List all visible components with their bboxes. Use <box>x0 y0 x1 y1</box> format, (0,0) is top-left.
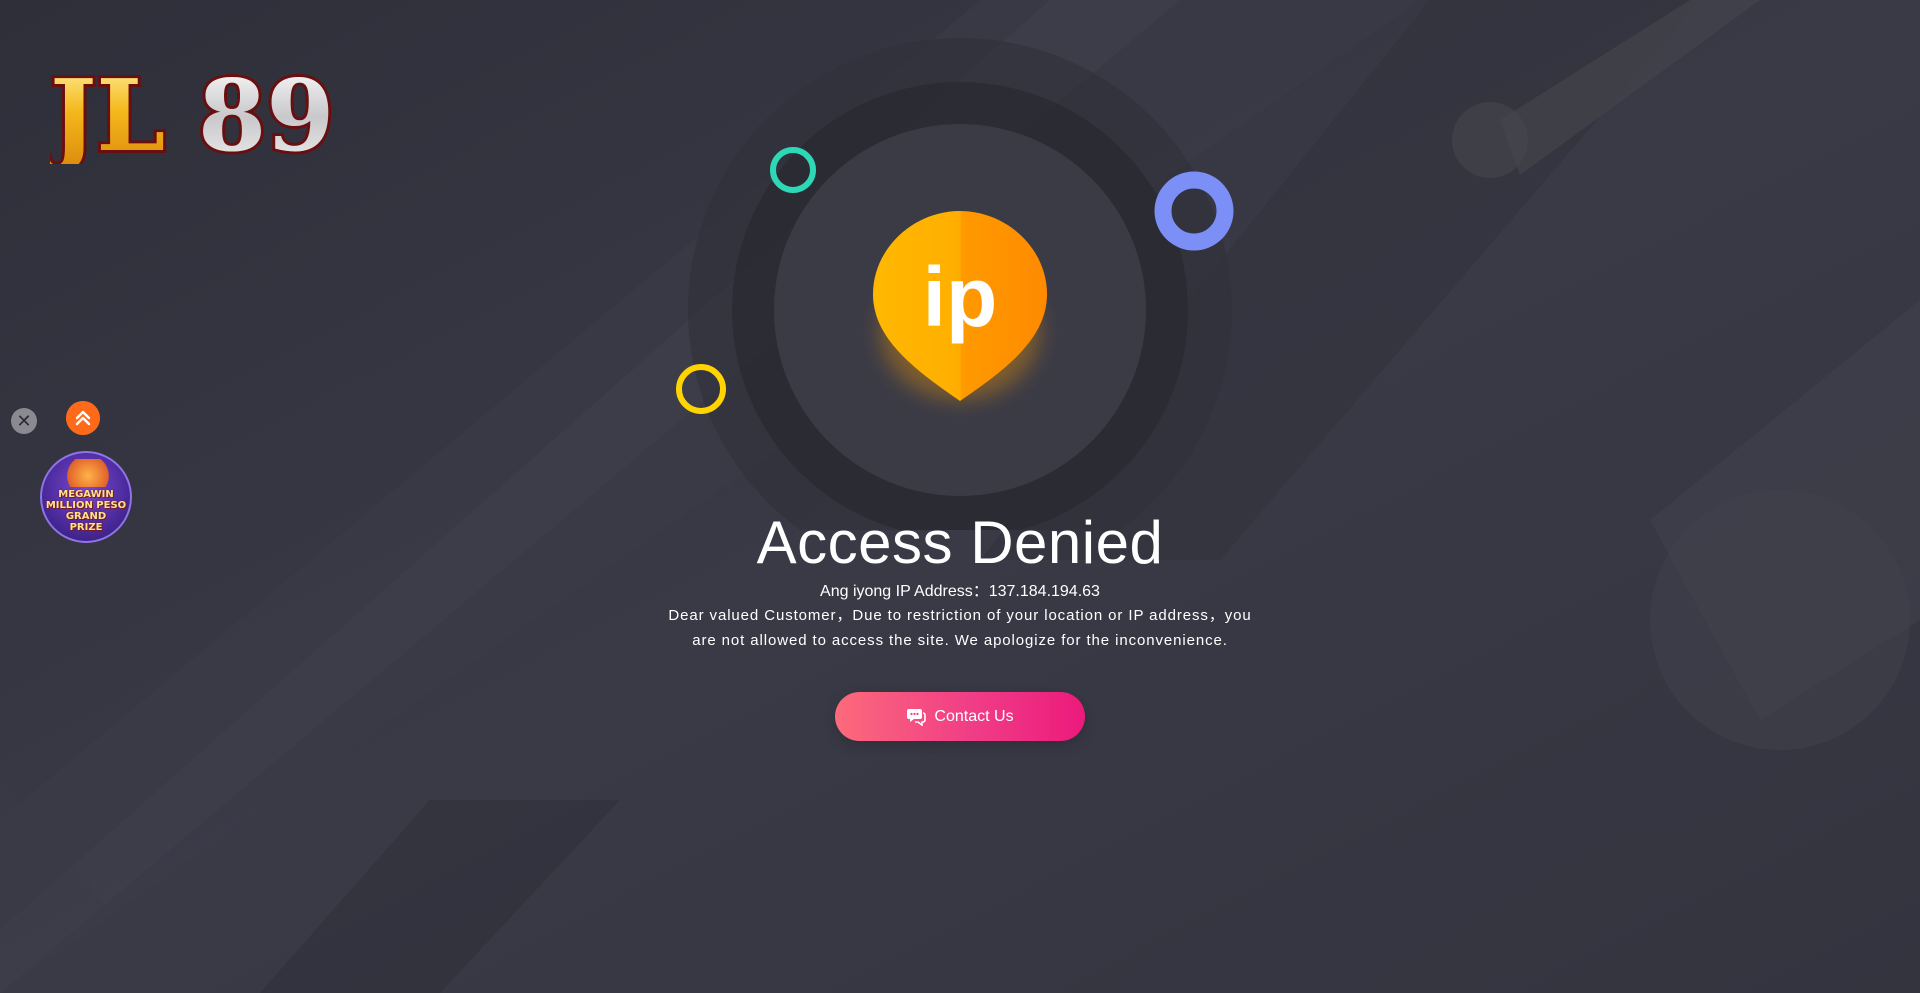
ip-restriction-illustration: ip <box>676 38 1234 530</box>
page-title: Access Denied <box>756 509 1164 576</box>
ip-address-text: Ang iyong IP Address：137.184.194.63 <box>820 583 1100 600</box>
ip-badge-icon: ip <box>923 250 998 344</box>
close-icon[interactable]: ✕ <box>11 408 37 434</box>
chat-bubble-icon <box>907 708 927 726</box>
contact-us-button[interactable]: Contact Us <box>835 692 1085 741</box>
promo-artwork <box>64 459 112 487</box>
promo-text: MEGAWIN MILLION PESO GRAND PRIZE <box>45 489 127 533</box>
jl89-logo[interactable]: JL 89 <box>50 52 350 164</box>
restriction-message: Dear valued Customer，Due to restriction … <box>668 607 1252 649</box>
megawin-promo-badge[interactable]: MEGAWIN MILLION PESO GRAND PRIZE <box>40 451 132 543</box>
svg-text:89: 89 <box>198 59 334 164</box>
contact-us-label: Contact Us <box>934 707 1014 725</box>
double-chevron-up-icon[interactable] <box>66 401 100 435</box>
svg-text:JL: JL <box>50 59 165 164</box>
